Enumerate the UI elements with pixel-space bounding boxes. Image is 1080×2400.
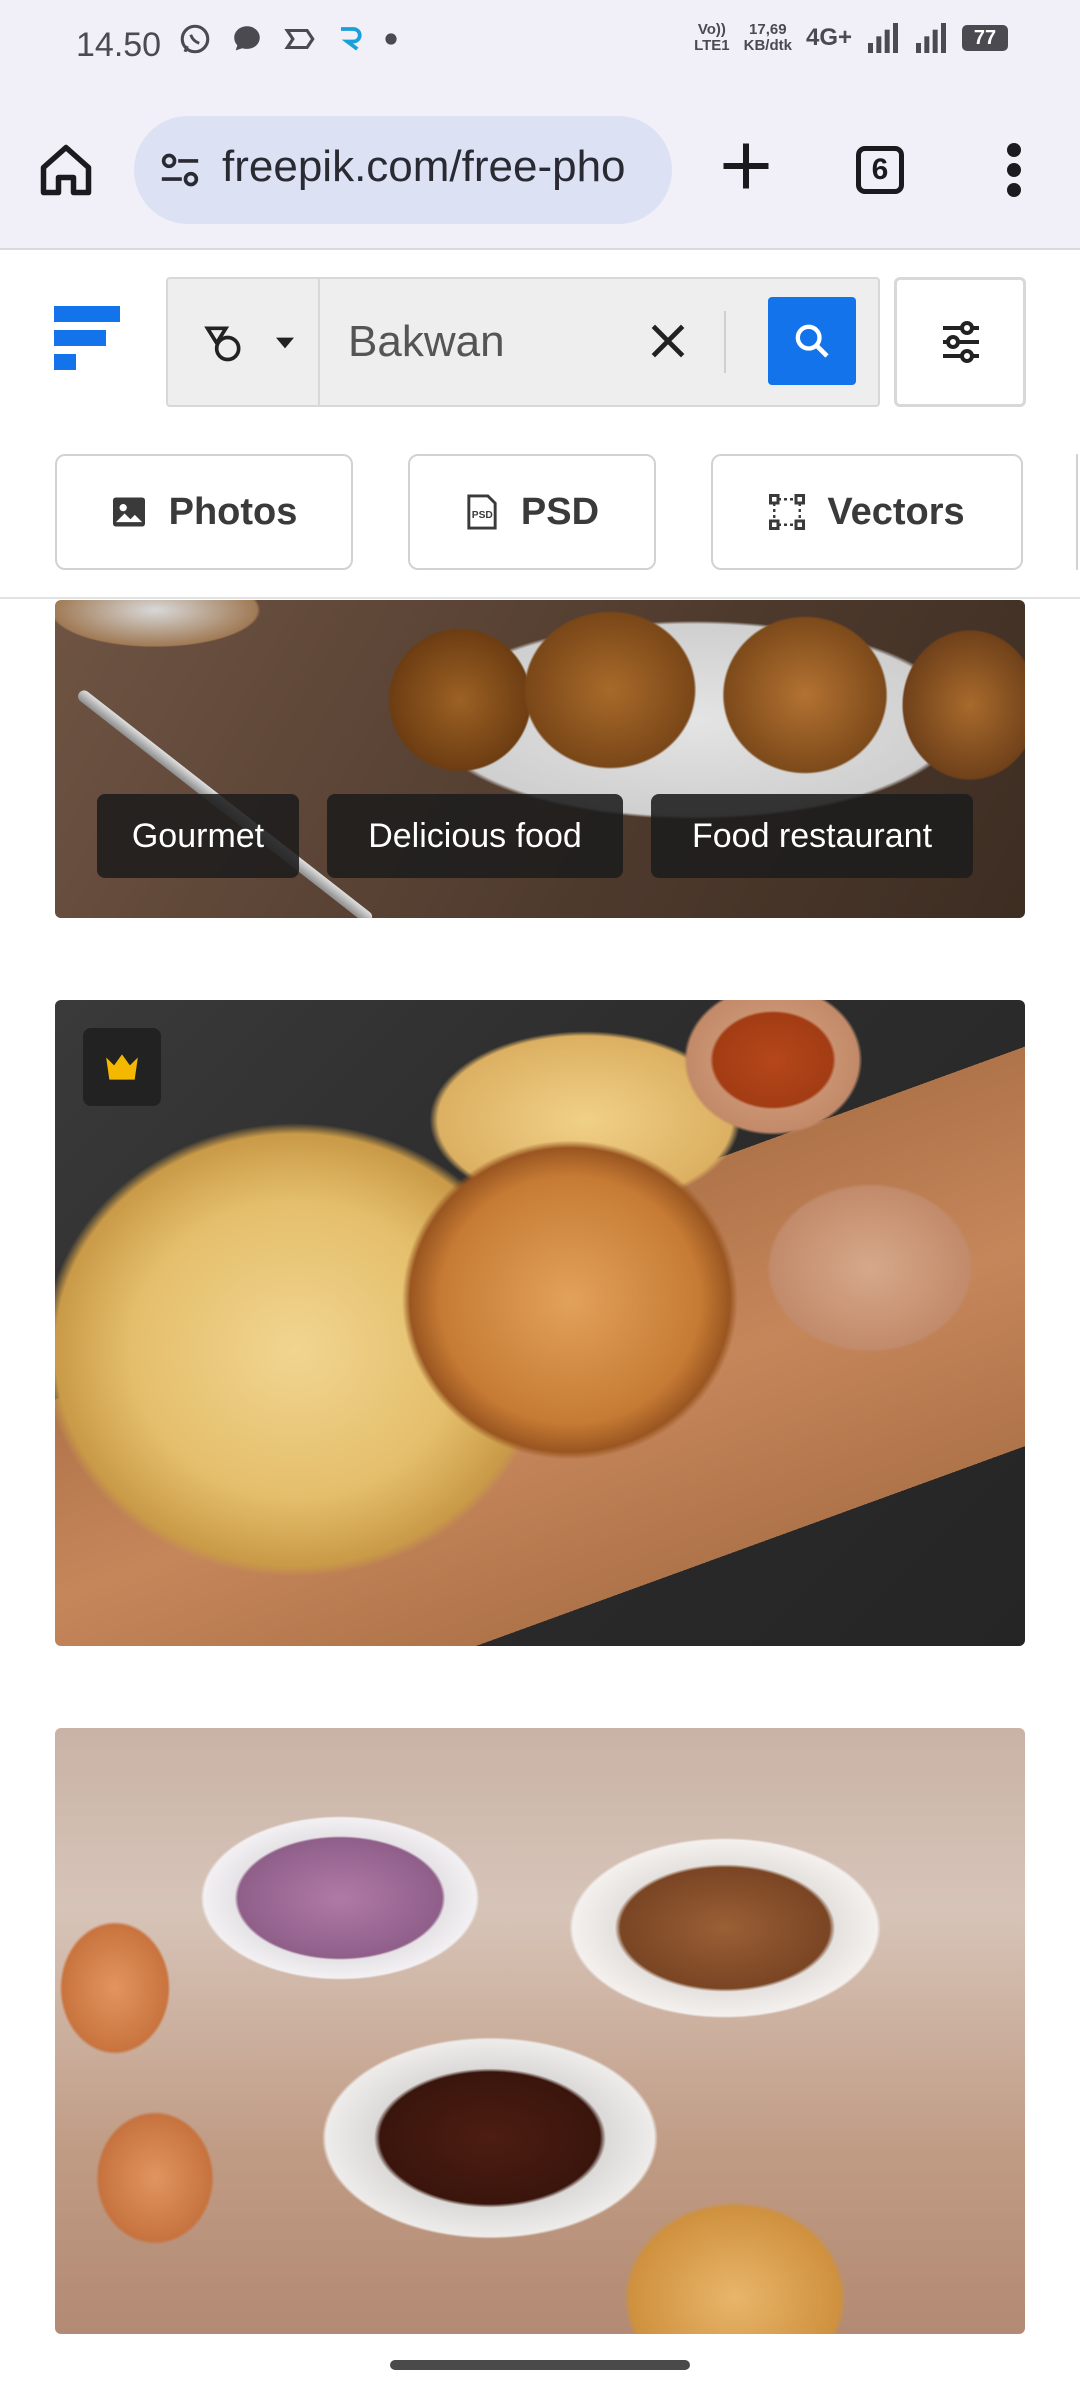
chip-psd[interactable]: PSD PSD [408, 454, 656, 570]
home-icon[interactable] [36, 140, 96, 200]
notification-icons [178, 22, 398, 56]
image-icon [112, 497, 145, 527]
vector-icon [769, 494, 806, 530]
shapes-icon [204, 326, 241, 362]
chip-vectors[interactable]: Vectors [711, 454, 1023, 570]
header-divider [0, 597, 1080, 599]
app-notification-icon [284, 28, 315, 50]
search-button[interactable] [768, 297, 856, 385]
new-tab-icon[interactable] [716, 136, 776, 196]
freepik-logo[interactable] [54, 306, 120, 370]
battery-indicator: 77 [962, 25, 1008, 51]
chip-psd-label: PSD [520, 490, 600, 533]
result-image-1[interactable]: Gourmet Delicious food Food restaurant [55, 600, 1025, 918]
chip-photos-label: Photos [168, 490, 298, 533]
r-app-icon [341, 27, 362, 51]
more-options-icon[interactable] [994, 140, 1034, 200]
volte-indicator: Vo)) LTE1 [694, 21, 730, 54]
asset-type-dropdown[interactable] [168, 279, 320, 405]
status-indicators: Vo)) LTE1 17,69 KB/dtk 4G+ 77 [694, 22, 1008, 54]
network-speed: 17,69 KB/dtk [743, 21, 792, 54]
search-divider [724, 311, 726, 373]
premium-badge [83, 1028, 161, 1106]
filters-button[interactable] [894, 277, 1026, 407]
signal-icon-sim1 [868, 23, 898, 53]
clear-search-icon[interactable] [646, 319, 690, 363]
psd-file-icon: PSD [467, 494, 497, 530]
message-icon [234, 26, 260, 51]
tag-food-restaurant[interactable]: Food restaurant [651, 794, 973, 878]
search-input[interactable] [346, 315, 610, 369]
search-box [166, 277, 880, 407]
search-icon [795, 324, 829, 358]
network-type: 4G+ [805, 24, 852, 51]
address-bar[interactable]: freepik.com/free-pho [134, 116, 672, 224]
tag-delicious-food[interactable]: Delicious food [327, 794, 623, 878]
svg-text:PSD: PSD [472, 510, 493, 521]
result-image-2[interactable] [55, 1000, 1025, 1646]
status-time: 14.50 [76, 26, 162, 64]
crown-icon [106, 1054, 138, 1080]
status-bar: 14.50 Vo)) LTE1 17,69 KB/dtk 4G+ 77 [0, 0, 1080, 96]
chip-vectors-label: Vectors [827, 490, 965, 533]
chip-photos[interactable]: Photos [55, 454, 353, 570]
url-text: freepik.com/free-pho [222, 142, 626, 191]
gesture-home-indicator[interactable] [390, 2360, 690, 2370]
signal-icon-sim2 [916, 23, 946, 53]
tab-switcher-button[interactable]: 6 [856, 146, 904, 194]
filter-sliders-icon [943, 321, 979, 363]
chevron-down-icon [276, 337, 294, 349]
chip-next-edge[interactable] [1076, 454, 1080, 570]
whatsapp-icon [180, 24, 210, 54]
site-settings-icon[interactable] [158, 150, 202, 190]
result-image-3[interactable] [55, 1728, 1025, 2334]
tag-gourmet[interactable]: Gourmet [97, 794, 299, 878]
browser-toolbar: freepik.com/free-pho 6 [0, 96, 1080, 250]
more-notifications-icon [385, 33, 397, 45]
